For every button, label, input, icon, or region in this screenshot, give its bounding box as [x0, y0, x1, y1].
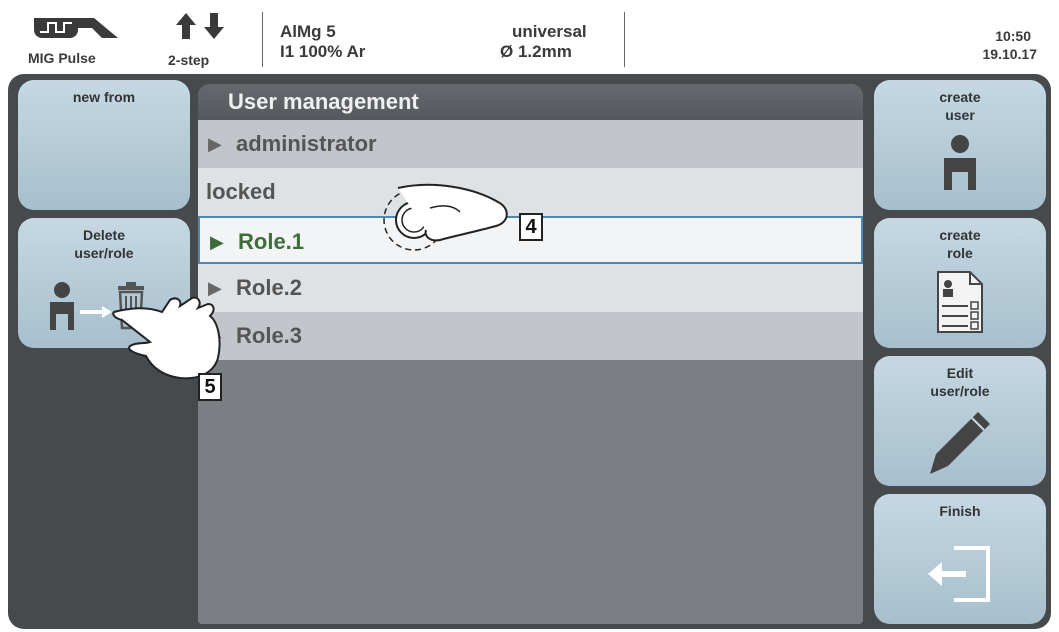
button-label: new from	[72, 89, 136, 105]
up-down-arrows-icon	[176, 13, 224, 39]
button-label: Finish	[939, 503, 981, 519]
user-management-panel: User management ▶ administrator locked ▶…	[198, 84, 863, 624]
role-document-icon	[937, 271, 983, 333]
callout-5: 5	[198, 373, 222, 401]
divider	[262, 12, 263, 67]
callout-4: 4	[519, 213, 543, 241]
create-user-button[interactable]: create user	[874, 80, 1046, 210]
mig-pulse-icon	[34, 18, 118, 38]
button-label: create user	[939, 89, 981, 123]
edit-user-role-button[interactable]: Edit user/role	[874, 356, 1046, 486]
panel-title: User management	[198, 84, 863, 120]
list-item[interactable]: ▶ Role.2	[198, 264, 863, 312]
list-item[interactable]: locked	[198, 168, 863, 216]
list-item-label: Role.1	[238, 229, 305, 254]
new-from-button[interactable]: new from	[18, 80, 190, 210]
status-bar: MIG Pulse 2-step AlMg 5 I1 100% Ar unive…	[8, 6, 1051, 74]
expand-arrow-icon: ▶	[210, 232, 224, 252]
pointing-hand-icon	[112, 296, 221, 380]
user-icon	[944, 135, 976, 190]
welding-mode-label: MIG Pulse	[28, 50, 96, 66]
button-label: Edit user/role	[930, 365, 990, 399]
list-item-label: Role.3	[236, 323, 303, 348]
wire-diameter-label: Ø 1.2mm	[500, 42, 572, 61]
pencil-icon	[930, 412, 990, 474]
list-item-label: administrator	[236, 131, 377, 156]
create-role-button[interactable]: create role	[874, 218, 1046, 348]
clock-time: 10:50	[995, 28, 1031, 44]
finish-button[interactable]: Finish	[874, 494, 1046, 624]
material-label: AlMg 5	[280, 22, 336, 41]
button-label: Delete user/role	[74, 227, 134, 261]
button-label: create role	[939, 227, 981, 261]
list-item-label: Role.2	[236, 275, 303, 300]
trigger-mode-label: 2-step	[168, 52, 210, 68]
clock-date: 19.10.17	[982, 46, 1038, 62]
expand-arrow-icon: ▶	[208, 134, 222, 154]
divider	[624, 12, 625, 67]
gas-label: I1 100% Ar	[280, 42, 366, 61]
list-item-label: locked	[206, 179, 276, 204]
list-item[interactable]: ▶ Role.3	[198, 312, 863, 360]
exit-icon	[928, 546, 990, 602]
list-item[interactable]: ▶ administrator	[198, 120, 863, 168]
characteristic-label: universal	[512, 22, 587, 41]
rotate-knob-hand-icon	[383, 183, 508, 251]
